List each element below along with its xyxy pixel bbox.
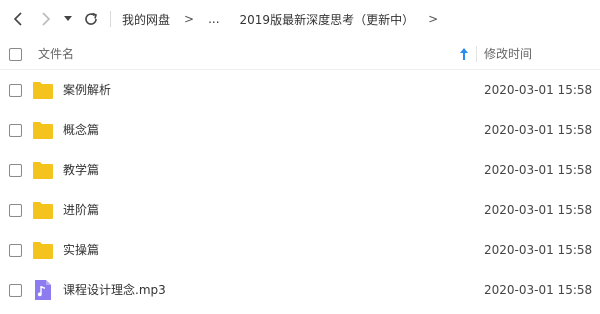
audio-file-icon	[35, 280, 51, 300]
column-divider[interactable]	[476, 46, 477, 62]
row-checkbox[interactable]	[9, 244, 22, 257]
file-modified-time: 2020-03-01 15:58	[484, 83, 593, 97]
file-modified-time: 2020-03-01 15:58	[484, 163, 593, 177]
toolbar: 我的网盘 > ... 2019版最新深度思考（更新中） >	[0, 0, 600, 38]
list-item[interactable]: 教学篇 2020-03-01 15:58	[0, 150, 600, 190]
column-header: 文件名 修改时间	[0, 38, 600, 70]
refresh-button[interactable]	[81, 9, 101, 29]
file-list: 案例解析 2020-03-01 15:58 概念篇 2020-03-01 15:…	[0, 70, 600, 310]
file-name: 实操篇	[63, 243, 100, 257]
folder-icon	[33, 82, 53, 99]
toolbar-divider	[110, 11, 111, 27]
list-item[interactable]: 案例解析 2020-03-01 15:58	[0, 70, 600, 110]
column-header-time[interactable]: 修改时间	[484, 38, 532, 70]
file-name: 教学篇	[63, 163, 100, 177]
breadcrumb: 我的网盘 > ... 2019版最新深度思考（更新中） >	[122, 0, 452, 38]
row-checkbox[interactable]	[9, 164, 22, 177]
select-all-checkbox[interactable]	[9, 48, 22, 61]
refresh-icon	[85, 12, 97, 25]
sort-ascending-icon[interactable]	[458, 47, 470, 61]
file-modified-time: 2020-03-01 15:58	[484, 243, 593, 257]
list-item[interactable]: 课程设计理念.mp3 2020-03-01 15:58	[0, 270, 600, 310]
folder-icon	[33, 122, 53, 139]
breadcrumb-root[interactable]: 我的网盘	[122, 11, 170, 28]
column-header-name[interactable]: 文件名	[38, 38, 74, 70]
file-name: 进阶篇	[63, 203, 100, 217]
breadcrumb-current[interactable]: 2019版最新深度思考（更新中）	[240, 11, 415, 28]
row-checkbox[interactable]	[9, 204, 22, 217]
row-checkbox[interactable]	[9, 284, 22, 297]
folder-icon	[33, 162, 53, 179]
folder-icon	[33, 242, 53, 259]
chevron-right-icon	[42, 12, 51, 26]
caret-down-icon	[64, 16, 72, 21]
list-item[interactable]: 概念篇 2020-03-01 15:58	[0, 110, 600, 150]
forward-button[interactable]	[36, 9, 56, 29]
file-modified-time: 2020-03-01 15:58	[484, 203, 593, 217]
file-name: 课程设计理念.mp3	[63, 283, 166, 297]
breadcrumb-separator: >	[184, 12, 195, 26]
history-dropdown-button[interactable]	[61, 9, 75, 29]
row-checkbox[interactable]	[9, 84, 22, 97]
row-checkbox[interactable]	[9, 124, 22, 137]
file-modified-time: 2020-03-01 15:58	[484, 283, 593, 297]
chevron-left-icon	[13, 12, 22, 26]
breadcrumb-separator[interactable]: >	[428, 12, 438, 26]
folder-icon	[33, 202, 53, 219]
file-name: 案例解析	[63, 83, 112, 97]
file-modified-time: 2020-03-01 15:58	[484, 123, 593, 137]
breadcrumb-collapsed[interactable]: ...	[208, 12, 219, 26]
list-item[interactable]: 实操篇 2020-03-01 15:58	[0, 230, 600, 270]
list-item[interactable]: 进阶篇 2020-03-01 15:58	[0, 190, 600, 230]
file-name: 概念篇	[63, 123, 100, 137]
back-button[interactable]	[8, 9, 28, 29]
